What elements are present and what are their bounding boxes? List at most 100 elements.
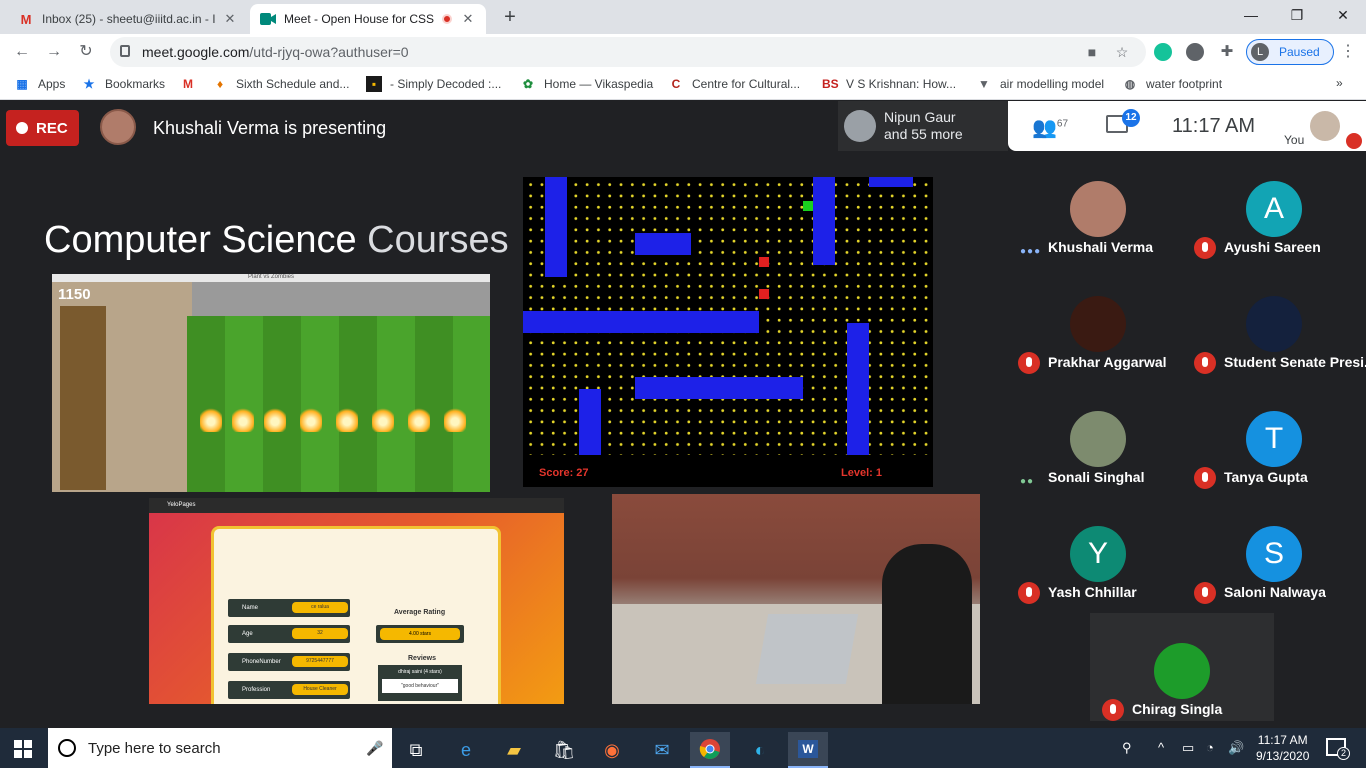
chrome-icon[interactable] [690, 732, 730, 768]
people-tray-icon[interactable]: ⚲ [1122, 740, 1132, 756]
edge-icon[interactable]: ◐ [740, 732, 780, 768]
seed-packets [60, 306, 106, 490]
review-card: dhiraj saini (4 stars) "good behaviour" [378, 665, 462, 701]
bookmark-air-modelling[interactable]: ▼ air modelling model [976, 76, 1104, 92]
url-text: meet.google.com/utd-rjyq-owa?authuser=0 [142, 44, 409, 60]
tab-gmail[interactable]: M Inbox (25) - sheetu@iiitd.ac.in - I ✕ [8, 4, 248, 34]
participant-tile[interactable]: ●● Sonali Singhal [1006, 387, 1190, 502]
minimize-button[interactable]: — [1228, 0, 1274, 32]
bookmark-bookmarks[interactable]: ★ Bookmarks [81, 76, 165, 92]
participant-tile[interactable]: Chirag Singla [1090, 613, 1274, 721]
record-dot-icon [16, 122, 28, 134]
firefox-icon[interactable]: ◉ [592, 732, 632, 768]
back-button[interactable]: ← [10, 40, 34, 64]
participant-tile[interactable]: ●●● Khushali Verma [1006, 157, 1190, 272]
participant-avatar [1246, 296, 1302, 352]
taskbar-search[interactable]: Type here to search 🎤 [48, 728, 392, 768]
slide-title-bold: Computer Science [44, 219, 357, 261]
restore-button[interactable]: ❐ [1274, 0, 1320, 32]
participant-tile[interactable]: Y Yash Chhillar [1006, 502, 1190, 617]
new-tab-button[interactable]: + [498, 6, 522, 30]
notifications-icon[interactable]: 2 [1326, 738, 1350, 760]
mic-off-icon [1194, 352, 1216, 374]
chevron-up-icon[interactable]: ^ [1158, 740, 1164, 755]
close-window-button[interactable]: ✕ [1320, 0, 1366, 32]
participant-tile[interactable]: S Saloni Nalwaya [1182, 502, 1366, 617]
maze-wall [869, 177, 913, 187]
battery-icon[interactable]: ▭ [1182, 740, 1194, 756]
meeting-clock: 11:17 AM [1172, 115, 1256, 137]
volume-icon[interactable]: 🔊 [1228, 740, 1244, 756]
lock-icon [120, 45, 130, 57]
bookmark-sixth-schedule[interactable]: ♦ Sixth Schedule and... [212, 76, 349, 92]
bookmark-cultural[interactable]: C Centre for Cultural... [668, 76, 800, 92]
bookmark-water-footprint[interactable]: ◍ water footprint [1122, 76, 1222, 92]
camera-icon[interactable]: ■ [1084, 44, 1100, 60]
participant-avatar [844, 110, 876, 142]
participant-tile[interactable]: A Ayushi Sareen [1182, 157, 1366, 272]
pinned-name: Nipun Gaur [884, 109, 956, 125]
profile-button[interactable]: L Paused [1246, 39, 1334, 65]
address-bar[interactable]: meet.google.com/utd-rjyq-owa?authuser=0 … [110, 37, 1146, 67]
microphone-icon[interactable]: 🎤 [366, 740, 383, 757]
reload-button[interactable]: ↻ [74, 40, 98, 64]
grammarly-icon[interactable] [1154, 43, 1172, 61]
extension-icon[interactable] [1186, 43, 1204, 61]
self-avatar[interactable] [1310, 111, 1340, 141]
people-icon: 👥 [1032, 117, 1057, 139]
url-host: meet.google.com [142, 44, 250, 60]
people-button[interactable]: 👥67 [1032, 115, 1068, 140]
mail-icon[interactable]: ✉ [642, 732, 682, 768]
field-value: 32 [292, 628, 348, 639]
field-row: PhoneNumber 9725447777 [228, 653, 350, 671]
bookmark-label: Home — Vikaspedia [544, 77, 654, 91]
system-clock[interactable]: 11:17 AM 9/13/2020 [1256, 732, 1309, 764]
more-bookmarks-button[interactable]: » [1336, 76, 1343, 90]
bookmark-vikaspedia[interactable]: ✿ Home — Vikaspedia [520, 76, 653, 92]
store-icon[interactable]: 🛍 [544, 732, 584, 768]
fire-icon [300, 406, 322, 432]
chat-badge: 12 [1122, 109, 1140, 127]
tab-title: Inbox (25) - sheetu@iiitd.ac.in - I [42, 12, 216, 26]
bookmark-vs-krishnan[interactable]: BS V S Krishnan: How... [822, 76, 956, 92]
field-value: House Cleaner [292, 684, 348, 695]
word-icon-glyph: W [798, 740, 818, 758]
laptop [755, 614, 859, 684]
bookmark-icon: ▪ [366, 76, 382, 92]
forward-button[interactable]: → [42, 40, 66, 64]
participant-tile[interactable]: T Tanya Gupta [1182, 387, 1366, 502]
close-tab-icon[interactable]: ✕ [222, 11, 238, 27]
fire-icon [264, 406, 286, 432]
more-bookmarks-label: » [1336, 76, 1343, 90]
menu-icon[interactable]: ⋮ [1338, 40, 1358, 64]
bookmarks-bar: ▦ Apps ★ Bookmarks M ♦ Sixth Schedule and..… [0, 70, 1366, 100]
field-row: Name ce ralua [228, 599, 350, 617]
maze-wall [635, 233, 691, 255]
start-button[interactable] [14, 740, 32, 758]
task-view-icon[interactable]: ⧉ [396, 732, 436, 768]
wifi-icon[interactable]: ◔ [1206, 740, 1214, 755]
participant-tile[interactable]: Student Senate Presi... [1182, 272, 1366, 387]
pinned-participants-card[interactable]: Nipun Gaur and 55 more [838, 101, 1008, 151]
fire-icon [372, 406, 394, 432]
bookmark-simply-decoded[interactable]: ▪ - Simply Decoded :... [366, 76, 501, 92]
player-icon [803, 201, 813, 211]
field-value: ce ralua [292, 602, 348, 613]
word-icon[interactable]: W [788, 732, 828, 768]
tab-meet[interactable]: Meet - Open House for CSS ✕ [250, 4, 486, 34]
bookmark-apps[interactable]: ▦ Apps [14, 76, 65, 92]
mic-off-icon [1102, 699, 1124, 721]
participant-avatar [1070, 411, 1126, 467]
slide-title: Computer Science Courses [44, 219, 509, 262]
maze-wall [847, 323, 869, 455]
clock-date: 9/13/2020 [1256, 749, 1310, 763]
fence [192, 282, 490, 316]
puzzle-icon[interactable]: ✚ [1218, 43, 1236, 61]
student [882, 544, 972, 704]
file-explorer-icon[interactable]: ▰ [494, 732, 534, 768]
close-tab-icon[interactable]: ✕ [460, 11, 476, 27]
edge-legacy-icon[interactable]: e [446, 732, 486, 768]
bookmark-gmail[interactable]: M [180, 76, 204, 92]
participant-tile[interactable]: Prakhar Aggarwal [1006, 272, 1190, 387]
star-icon[interactable]: ☆ [1114, 44, 1130, 60]
